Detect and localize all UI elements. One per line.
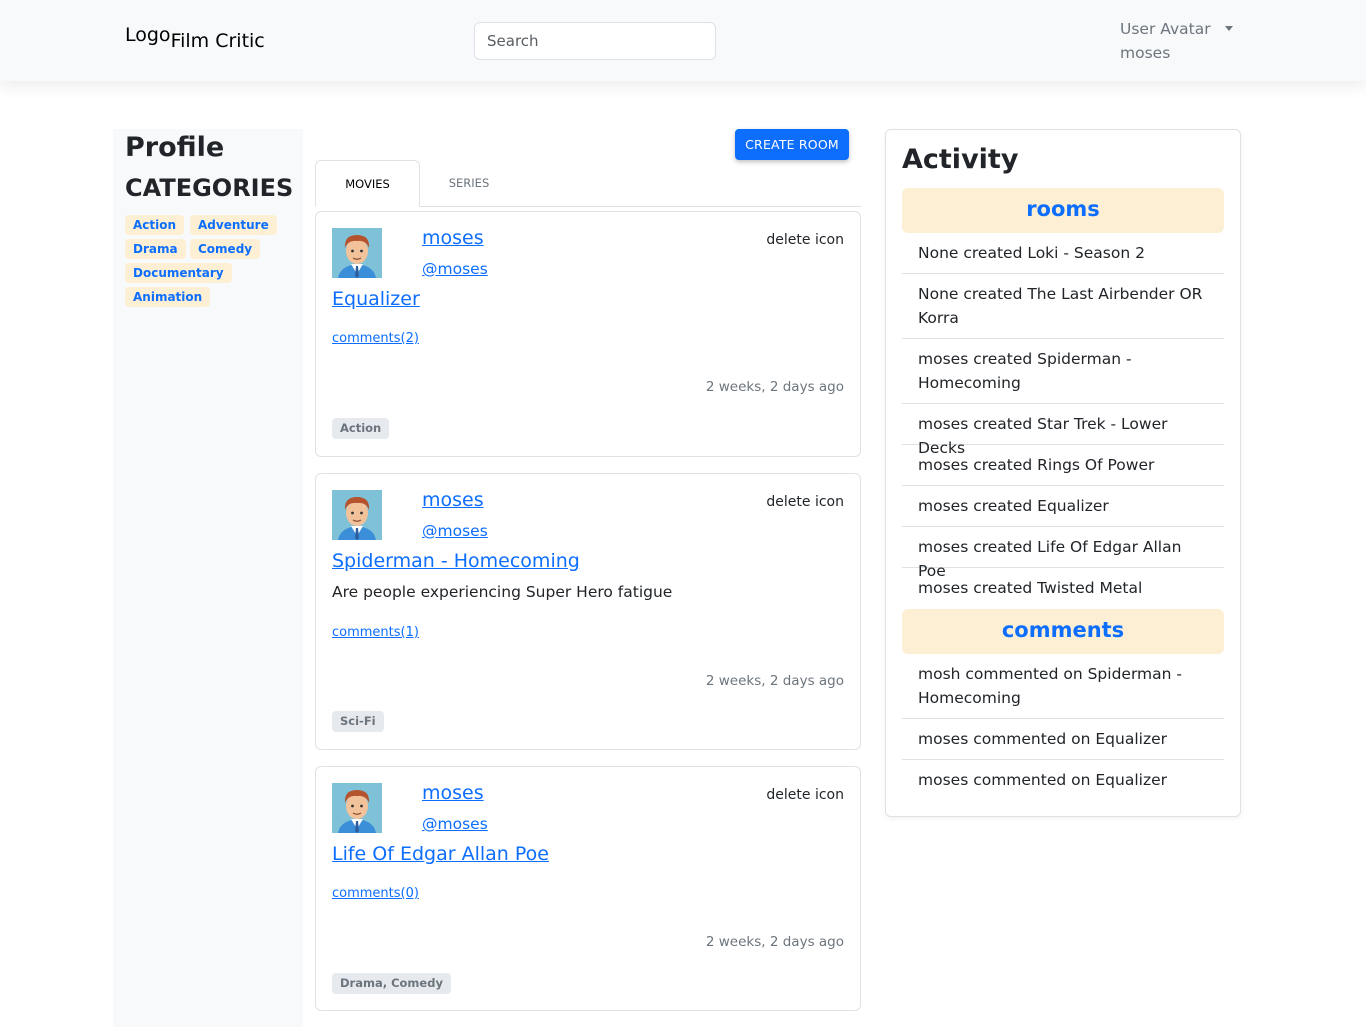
activity-item: moses commented on Equalizer bbox=[902, 727, 1224, 760]
room-timestamp: 2 weeks, 2 days ago bbox=[705, 934, 844, 950]
activity-panel: Activity rooms None created Loki - Seaso… bbox=[885, 129, 1241, 817]
comments-link[interactable]: comments(1) bbox=[332, 625, 419, 640]
room-host-handle[interactable]: @moses bbox=[422, 815, 488, 833]
caret-down-icon[interactable] bbox=[1225, 26, 1233, 31]
category-badge-comedy[interactable]: Comedy bbox=[190, 239, 261, 259]
room-host-handle[interactable]: @moses bbox=[422, 260, 488, 278]
comments-link[interactable]: comments(0) bbox=[332, 886, 419, 901]
activity-item: moses created Rings Of Power bbox=[902, 453, 1224, 486]
room-timestamp: 2 weeks, 2 days ago bbox=[705, 673, 844, 689]
activity-item: moses created Star Trek - Lower Decks bbox=[902, 412, 1224, 457]
activity-item: None created Loki - Season 2 bbox=[902, 241, 1224, 274]
category-badge-adventure[interactable]: Adventure bbox=[190, 215, 277, 235]
comments-link[interactable]: comments(2) bbox=[332, 331, 419, 346]
activity-item: moses created Spiderman - Homecoming bbox=[902, 347, 1224, 404]
brand[interactable]: Logo Film Critic bbox=[125, 24, 265, 52]
room-tag: Sci-Fi bbox=[332, 711, 384, 732]
room-tag: Drama, Comedy bbox=[332, 973, 451, 994]
avatar[interactable] bbox=[332, 783, 382, 833]
user-dropdown[interactable]: User Avatar moses bbox=[1120, 17, 1240, 67]
navbar: Logo Film Critic User Avatar moses bbox=[0, 0, 1366, 81]
room-title[interactable]: Life Of Edgar Allan Poe bbox=[332, 843, 549, 865]
activity-item: mosh commented on Spiderman - Homecoming bbox=[902, 662, 1224, 719]
create-room-button[interactable]: CREATE ROOM bbox=[735, 129, 849, 160]
room-host-name[interactable]: moses bbox=[422, 489, 484, 511]
room-host-name[interactable]: moses bbox=[422, 782, 484, 804]
activity-item: moses created Twisted Metal bbox=[918, 579, 1143, 597]
activity-item: moses created Life Of Edgar Allan Poe bbox=[902, 535, 1224, 580]
delete-icon[interactable]: delete icon bbox=[766, 787, 844, 803]
profile-heading: Profile bbox=[125, 132, 225, 163]
activity-item: None created The Last Airbender OR Korra bbox=[902, 282, 1224, 339]
delete-icon[interactable]: delete icon bbox=[766, 494, 844, 510]
category-badge-documentary[interactable]: Documentary bbox=[125, 263, 232, 283]
user-name[interactable]: moses bbox=[1120, 41, 1170, 65]
comments-section-header: comments bbox=[902, 609, 1224, 654]
user-avatar[interactable]: User Avatar bbox=[1120, 17, 1211, 41]
activity-item: moses commented on Equalizer bbox=[918, 771, 1167, 789]
category-badge-action[interactable]: Action bbox=[125, 215, 185, 235]
room-description: Are people experiencing Super Hero fatig… bbox=[332, 583, 673, 601]
avatar[interactable] bbox=[332, 228, 382, 278]
logo-image[interactable]: Logo bbox=[125, 24, 171, 46]
room-card: moses @moses delete icon Equalizer comme… bbox=[315, 211, 861, 457]
room-tag: Action bbox=[332, 418, 390, 439]
room-timestamp: 2 weeks, 2 days ago bbox=[705, 379, 844, 395]
sidebar: Profile CATEGORIES Action Adventure Dram… bbox=[113, 129, 303, 1027]
tab-movies[interactable]: MOVIES bbox=[315, 160, 420, 207]
categories-heading: CATEGORIES bbox=[125, 174, 294, 202]
tab-series[interactable]: SERIES bbox=[425, 160, 513, 207]
room-title[interactable]: Equalizer bbox=[332, 288, 420, 310]
room-host-name[interactable]: moses bbox=[422, 227, 484, 249]
activity-heading: Activity bbox=[902, 144, 1019, 175]
tab-bar: MOVIES SERIES bbox=[315, 160, 861, 207]
activity-item: moses created Equalizer bbox=[902, 494, 1224, 527]
avatar[interactable] bbox=[332, 490, 382, 540]
category-badge-animation[interactable]: Animation bbox=[125, 287, 211, 307]
room-card: moses @moses delete icon Life Of Edgar A… bbox=[315, 766, 861, 1011]
rooms-section-header: rooms bbox=[902, 188, 1224, 233]
category-badge-drama[interactable]: Drama bbox=[125, 239, 186, 259]
room-host-handle[interactable]: @moses bbox=[422, 522, 488, 540]
search-input[interactable] bbox=[474, 22, 716, 60]
room-title[interactable]: Spiderman - Homecoming bbox=[332, 550, 580, 572]
delete-icon[interactable]: delete icon bbox=[766, 232, 844, 248]
room-card: moses @moses delete icon Spiderman - Hom… bbox=[315, 473, 861, 750]
brand-name[interactable]: Film Critic bbox=[171, 30, 265, 52]
